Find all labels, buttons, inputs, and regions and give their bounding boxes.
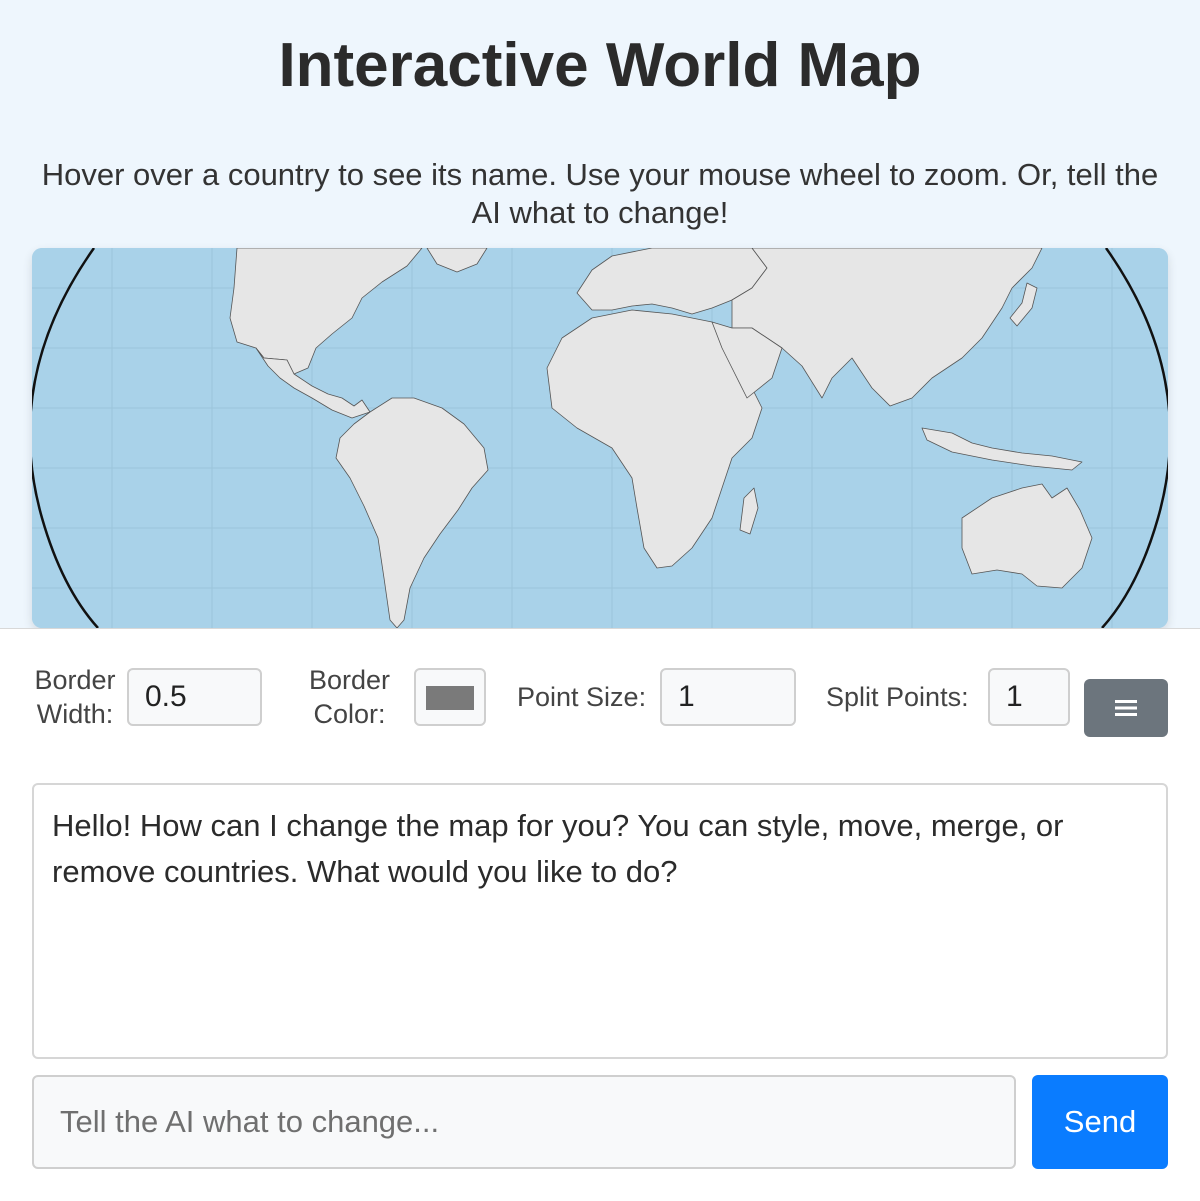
border-color-swatch xyxy=(426,686,474,710)
border-width-label-line2: Width: xyxy=(36,699,114,729)
menu-button[interactable] xyxy=(1084,679,1168,737)
send-button[interactable]: Send xyxy=(1032,1075,1168,1169)
page-subtitle: Hover over a country to see its name. Us… xyxy=(41,157,1159,230)
border-width-input[interactable] xyxy=(127,668,262,726)
border-color-label: Border Color: xyxy=(302,663,397,731)
border-color-label-line2: Color: xyxy=(313,699,386,729)
chat-log: Hello! How can I change the map for you?… xyxy=(32,783,1168,1059)
chat-input[interactable] xyxy=(32,1075,1016,1169)
point-size-input[interactable] xyxy=(660,668,796,726)
page-title: Interactive World Map xyxy=(278,31,922,100)
border-color-picker[interactable] xyxy=(414,668,486,726)
border-width-label-line1: Border xyxy=(34,665,116,695)
menu-icon xyxy=(1115,700,1137,716)
split-points-input[interactable] xyxy=(988,668,1070,726)
world-map[interactable] xyxy=(32,248,1168,628)
chat-message-ai: Hello! How can I change the map for you?… xyxy=(52,808,1064,889)
border-color-label-line1: Border xyxy=(308,665,391,695)
control-panel: Border Width: Border Color: Point Size: … xyxy=(0,628,1200,1201)
split-points-label: Split Points: xyxy=(826,682,969,712)
point-size-label: Point Size: xyxy=(517,682,647,712)
border-width-label: Border Width: xyxy=(30,663,120,731)
world-map-svg[interactable] xyxy=(32,248,1168,628)
